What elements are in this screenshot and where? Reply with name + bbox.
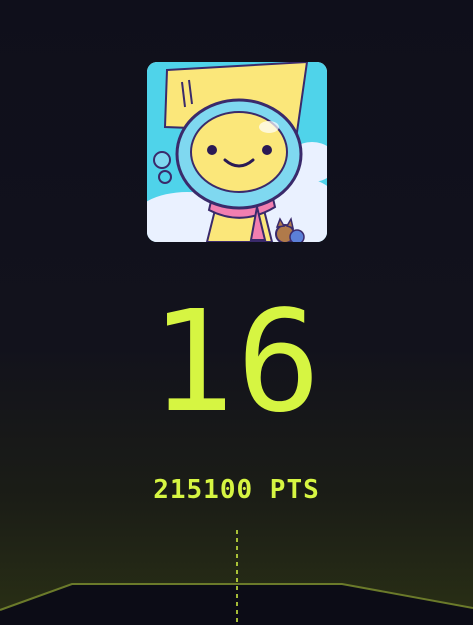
cartoon-diver-avatar-icon: [147, 62, 327, 242]
avatar: [147, 62, 327, 242]
floor-platform: [0, 520, 473, 625]
score-screen: 16 215100 PTS: [0, 0, 473, 625]
rank-number: 16: [150, 281, 323, 444]
points-score: 215100 PTS: [153, 475, 320, 505]
